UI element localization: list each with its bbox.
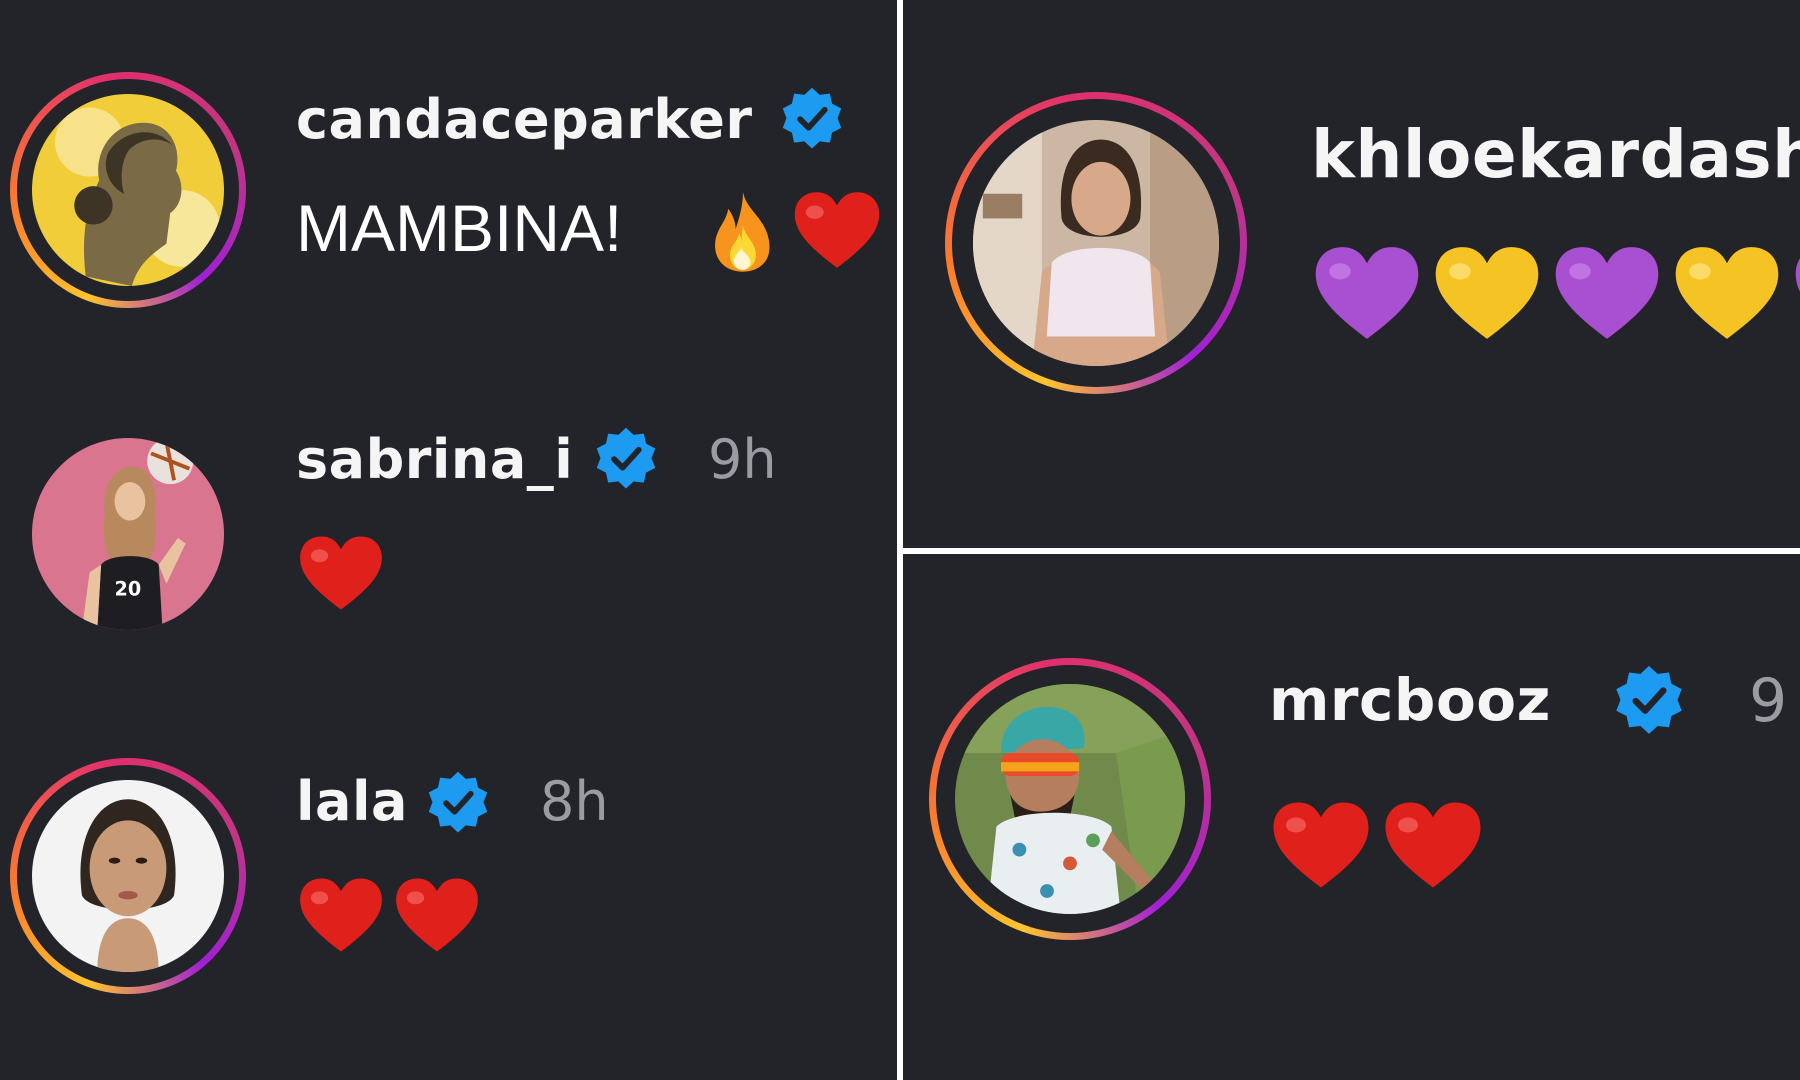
avatar[interactable] xyxy=(32,94,224,286)
purple-heart-icon xyxy=(1313,244,1421,342)
verified-badge-icon xyxy=(592,426,660,494)
username[interactable]: candaceparker xyxy=(296,88,753,151)
comment-text: MAMBINA! xyxy=(296,191,623,265)
comments-panel-bottom-right: mrcbooz 9 xyxy=(903,554,1800,1080)
username[interactable]: mrcbooz xyxy=(1269,666,1551,734)
red-heart-icon xyxy=(1383,800,1483,890)
username[interactable]: sabrina_i xyxy=(296,428,573,491)
avatar-image-mrcbooz xyxy=(955,684,1185,914)
avatar-image-khloekardash xyxy=(973,120,1219,366)
comment-lala: lala 8h xyxy=(0,740,897,1060)
timestamp: 9h xyxy=(708,428,777,491)
timestamp: 9 xyxy=(1749,666,1788,736)
timestamp: 8h xyxy=(540,770,609,833)
verified-badge-icon xyxy=(1611,664,1687,740)
avatar[interactable] xyxy=(32,780,224,972)
reactions xyxy=(1313,244,1800,342)
verified-badge-icon xyxy=(778,86,846,154)
comment-candaceparker: candaceparker MAMBINA! xyxy=(0,0,897,330)
avatar-image-lala xyxy=(32,780,224,972)
avatar[interactable]: 20 xyxy=(32,438,224,630)
avatar-image-candaceparker xyxy=(32,94,224,286)
avatar[interactable] xyxy=(973,120,1219,366)
comment-khloekardash: khloekardash xyxy=(903,0,1800,548)
avatar[interactable] xyxy=(955,684,1185,914)
yellow-heart-icon xyxy=(1433,244,1541,342)
purple-heart-icon xyxy=(1793,244,1800,342)
comments-panel-left: candaceparker MAMBINA! 20 sabrina_i 9h l… xyxy=(0,0,897,1080)
fire-icon xyxy=(706,188,780,278)
red-heart-icon xyxy=(298,534,384,612)
comment-mrcbooz: mrcbooz 9 xyxy=(903,554,1800,1080)
reactions xyxy=(1271,800,1483,890)
purple-heart-icon xyxy=(1553,244,1661,342)
red-heart-icon xyxy=(298,876,384,954)
red-heart-icon xyxy=(394,876,480,954)
avatar-image-sabrina-i: 20 xyxy=(32,438,224,630)
red-heart-icon xyxy=(1271,800,1371,890)
verified-badge-icon xyxy=(424,770,492,838)
red-heart-icon xyxy=(792,190,882,270)
yellow-heart-icon xyxy=(1673,244,1781,342)
comment-sabrina-i: 20 sabrina_i 9h xyxy=(0,400,897,660)
comments-panel-top-right: khloekardash xyxy=(903,0,1800,548)
svg-text:20: 20 xyxy=(115,577,142,600)
username[interactable]: khloekardash xyxy=(1311,116,1800,193)
reactions xyxy=(298,876,480,954)
username[interactable]: lala xyxy=(296,770,408,833)
